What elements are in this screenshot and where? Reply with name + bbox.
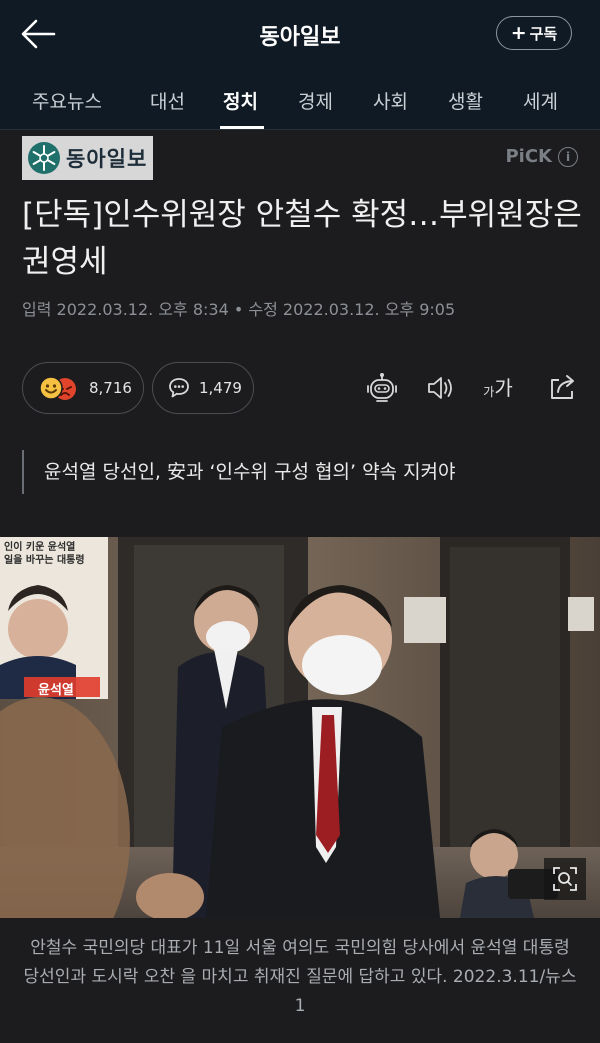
poster-line-2: 일을 바꾸는 대통령 <box>4 555 85 566</box>
font-size-button[interactable]: 가가 <box>480 370 516 406</box>
app-header: 동아일보 + 구독 <box>0 0 600 68</box>
reactions-button[interactable]: 8,716 <box>22 362 144 414</box>
poster-text: 인이 키운 윤석열 일을 바꾸는 대통령 <box>4 541 85 567</box>
tts-button[interactable] <box>422 370 458 406</box>
tab-life[interactable]: 생활 <box>448 87 483 114</box>
info-icon: i <box>558 146 578 167</box>
font-size-icon: 가가 <box>483 377 512 399</box>
tab-economy[interactable]: 경제 <box>298 87 333 114</box>
speech-bubble-icon <box>169 378 189 398</box>
article-dates: 입력 2022.03.12. 오후 8:34 • 수정 2022.03.12. … <box>22 296 455 320</box>
share-button[interactable] <box>544 370 580 406</box>
comment-count: 1,479 <box>199 379 242 397</box>
photo-illustration <box>0 537 600 918</box>
subscribe-label: 구독 <box>529 24 558 43</box>
emoji-reactions-icon <box>39 376 76 400</box>
tab-election[interactable]: 대선 <box>150 87 185 114</box>
snowflake-emblem-icon <box>28 142 60 174</box>
tab-world[interactable]: 세계 <box>523 87 558 114</box>
photo-caption: 안철수 국민의당 대표가 11일 서울 여의도 국민의힘 당사에서 윤석열 대통… <box>23 938 577 1016</box>
press-logo[interactable]: 동아일보 <box>22 136 153 180</box>
tab-politics[interactable]: 정치 <box>223 87 258 114</box>
article-subheadline: 윤석열 당선인, 安과 ‘인수위 구성 협의’ 약속 지켜야 <box>22 450 578 494</box>
article-photo: 인이 키운 윤석열 일을 바꾸는 대통령 윤석열 <box>0 537 600 918</box>
font-size-small-glyph: 가 <box>483 385 495 399</box>
speaker-icon <box>428 377 452 399</box>
comments-button[interactable]: 1,479 <box>152 362 254 414</box>
poster-line-1: 인이 키운 윤석열 <box>4 542 76 553</box>
press-name: 동아일보 <box>66 147 148 171</box>
updated-date: 수정 2022.03.12. 오후 9:05 <box>248 300 456 319</box>
published-date: 입력 2022.03.12. 오후 8:34 <box>22 300 229 319</box>
tab-society[interactable]: 사회 <box>373 87 408 114</box>
summary-button[interactable] <box>364 370 400 406</box>
date-separator: • <box>233 300 249 319</box>
active-tab-indicator <box>220 126 264 129</box>
pick-label: PiCK <box>505 146 552 167</box>
plus-icon: + <box>510 21 527 44</box>
subscribe-button[interactable]: + 구독 <box>496 16 572 50</box>
font-size-large-glyph: 가 <box>494 376 513 400</box>
pick-badge[interactable]: PiCK i <box>505 146 578 167</box>
photo-zoom-button[interactable] <box>544 858 586 900</box>
category-tabs: 주요뉴스 대선 정치 경제 사회 생활 세계 <box>0 68 600 130</box>
poster-name: 윤석열 <box>38 683 74 698</box>
zoom-icon <box>553 867 577 891</box>
reaction-count: 8,716 <box>89 379 132 397</box>
robot-icon <box>367 373 397 402</box>
share-icon <box>551 375 574 399</box>
article-headline: [단독]인수위원장 안철수 확정…부위원장은 권영세 <box>22 197 582 280</box>
tab-main-news[interactable]: 주요뉴스 <box>32 87 102 114</box>
